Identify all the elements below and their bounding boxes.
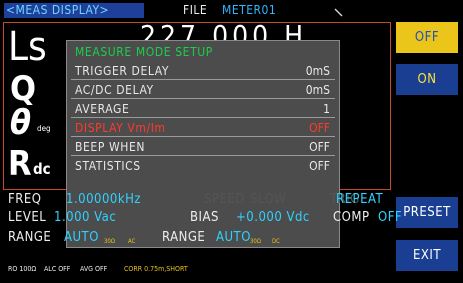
trig-value[interactable]: REPEAT [336,192,383,208]
param1-symbol[interactable]: Ls [8,27,47,67]
footer-corr: CORR 0.75m,SHORT [124,265,188,273]
range-ac-label: RANGE [8,230,52,245]
freq-label: FREQ [8,192,42,207]
param4-symbol[interactable]: R [8,145,32,183]
param4-subscript: dc [33,160,51,178]
row-value: 1 [323,102,330,116]
display-vm-im-row[interactable]: DISPLAY Vm/Im OFF [71,119,335,137]
level-label: LEVEL [8,210,47,225]
row-label: DISPLAY Vm/Im [75,121,166,135]
bias-value[interactable]: +0.000 Vdc [236,210,310,226]
dialog-title: MEASURE MODE SETUP [75,45,213,59]
bias-label: BIAS [190,210,219,225]
range-dc-label: RANGE [162,230,206,245]
range-ac-mode: AC [128,238,136,245]
speed-value[interactable]: SLOW [250,192,286,208]
range-dc-mode: DC [272,238,280,245]
freq-value[interactable]: 1.00000kHz [66,192,141,208]
file-label: FILE [183,3,208,17]
param3-symbol[interactable]: θ [10,104,31,142]
range-ac-ohm: 30Ω [104,238,115,245]
footer-ro: RO 100Ω [8,265,37,273]
statistics-row[interactable]: STATISTICS OFF [71,157,335,175]
exit-button[interactable]: EXIT [396,240,458,271]
row-value: OFF [309,140,330,154]
range-ac-value[interactable]: AUTO [64,230,99,246]
speed-label: SPEED [204,192,245,207]
row-value: 0mS [305,64,330,78]
footer-alc: ALC OFF [44,265,71,273]
footer-avg: AVG OFF [80,265,108,273]
file-name[interactable]: METER01 [222,3,276,18]
off-button[interactable]: OFF [396,22,458,53]
row-value: OFF [309,159,330,173]
row-label: AVERAGE [75,102,130,116]
trigger-delay-row[interactable]: TRIGGER DELAY 0mS [71,62,335,80]
row-label: AC/DC DELAY [75,83,154,97]
on-button-label: ON [417,72,437,87]
comp-value[interactable]: OFF [378,210,402,226]
acdc-delay-row[interactable]: AC/DC DELAY 0mS [71,81,335,99]
level-value[interactable]: 1.000 Vac [54,210,116,226]
param3-unit: deg [37,124,51,133]
range-dc-ohm: 30Ω [250,238,261,245]
average-row[interactable]: AVERAGE 1 [71,100,335,118]
row-value: 0mS [305,83,330,97]
preset-button[interactable]: PRESET [396,197,458,228]
row-label: TRIGGER DELAY [75,64,170,78]
arrow-down-right-icon [334,8,343,17]
row-label: STATISTICS [75,159,141,173]
param2-symbol[interactable]: Q [10,71,36,107]
row-label: BEEP WHEN [75,140,146,154]
screen-title: <MEAS DISPLAY> [4,3,144,18]
beep-when-row[interactable]: BEEP WHEN OFF [71,138,335,156]
range-dc-value[interactable]: AUTO [216,230,251,246]
comp-label: COMP [333,210,370,225]
row-value: OFF [309,121,330,135]
on-button[interactable]: ON [396,64,458,95]
